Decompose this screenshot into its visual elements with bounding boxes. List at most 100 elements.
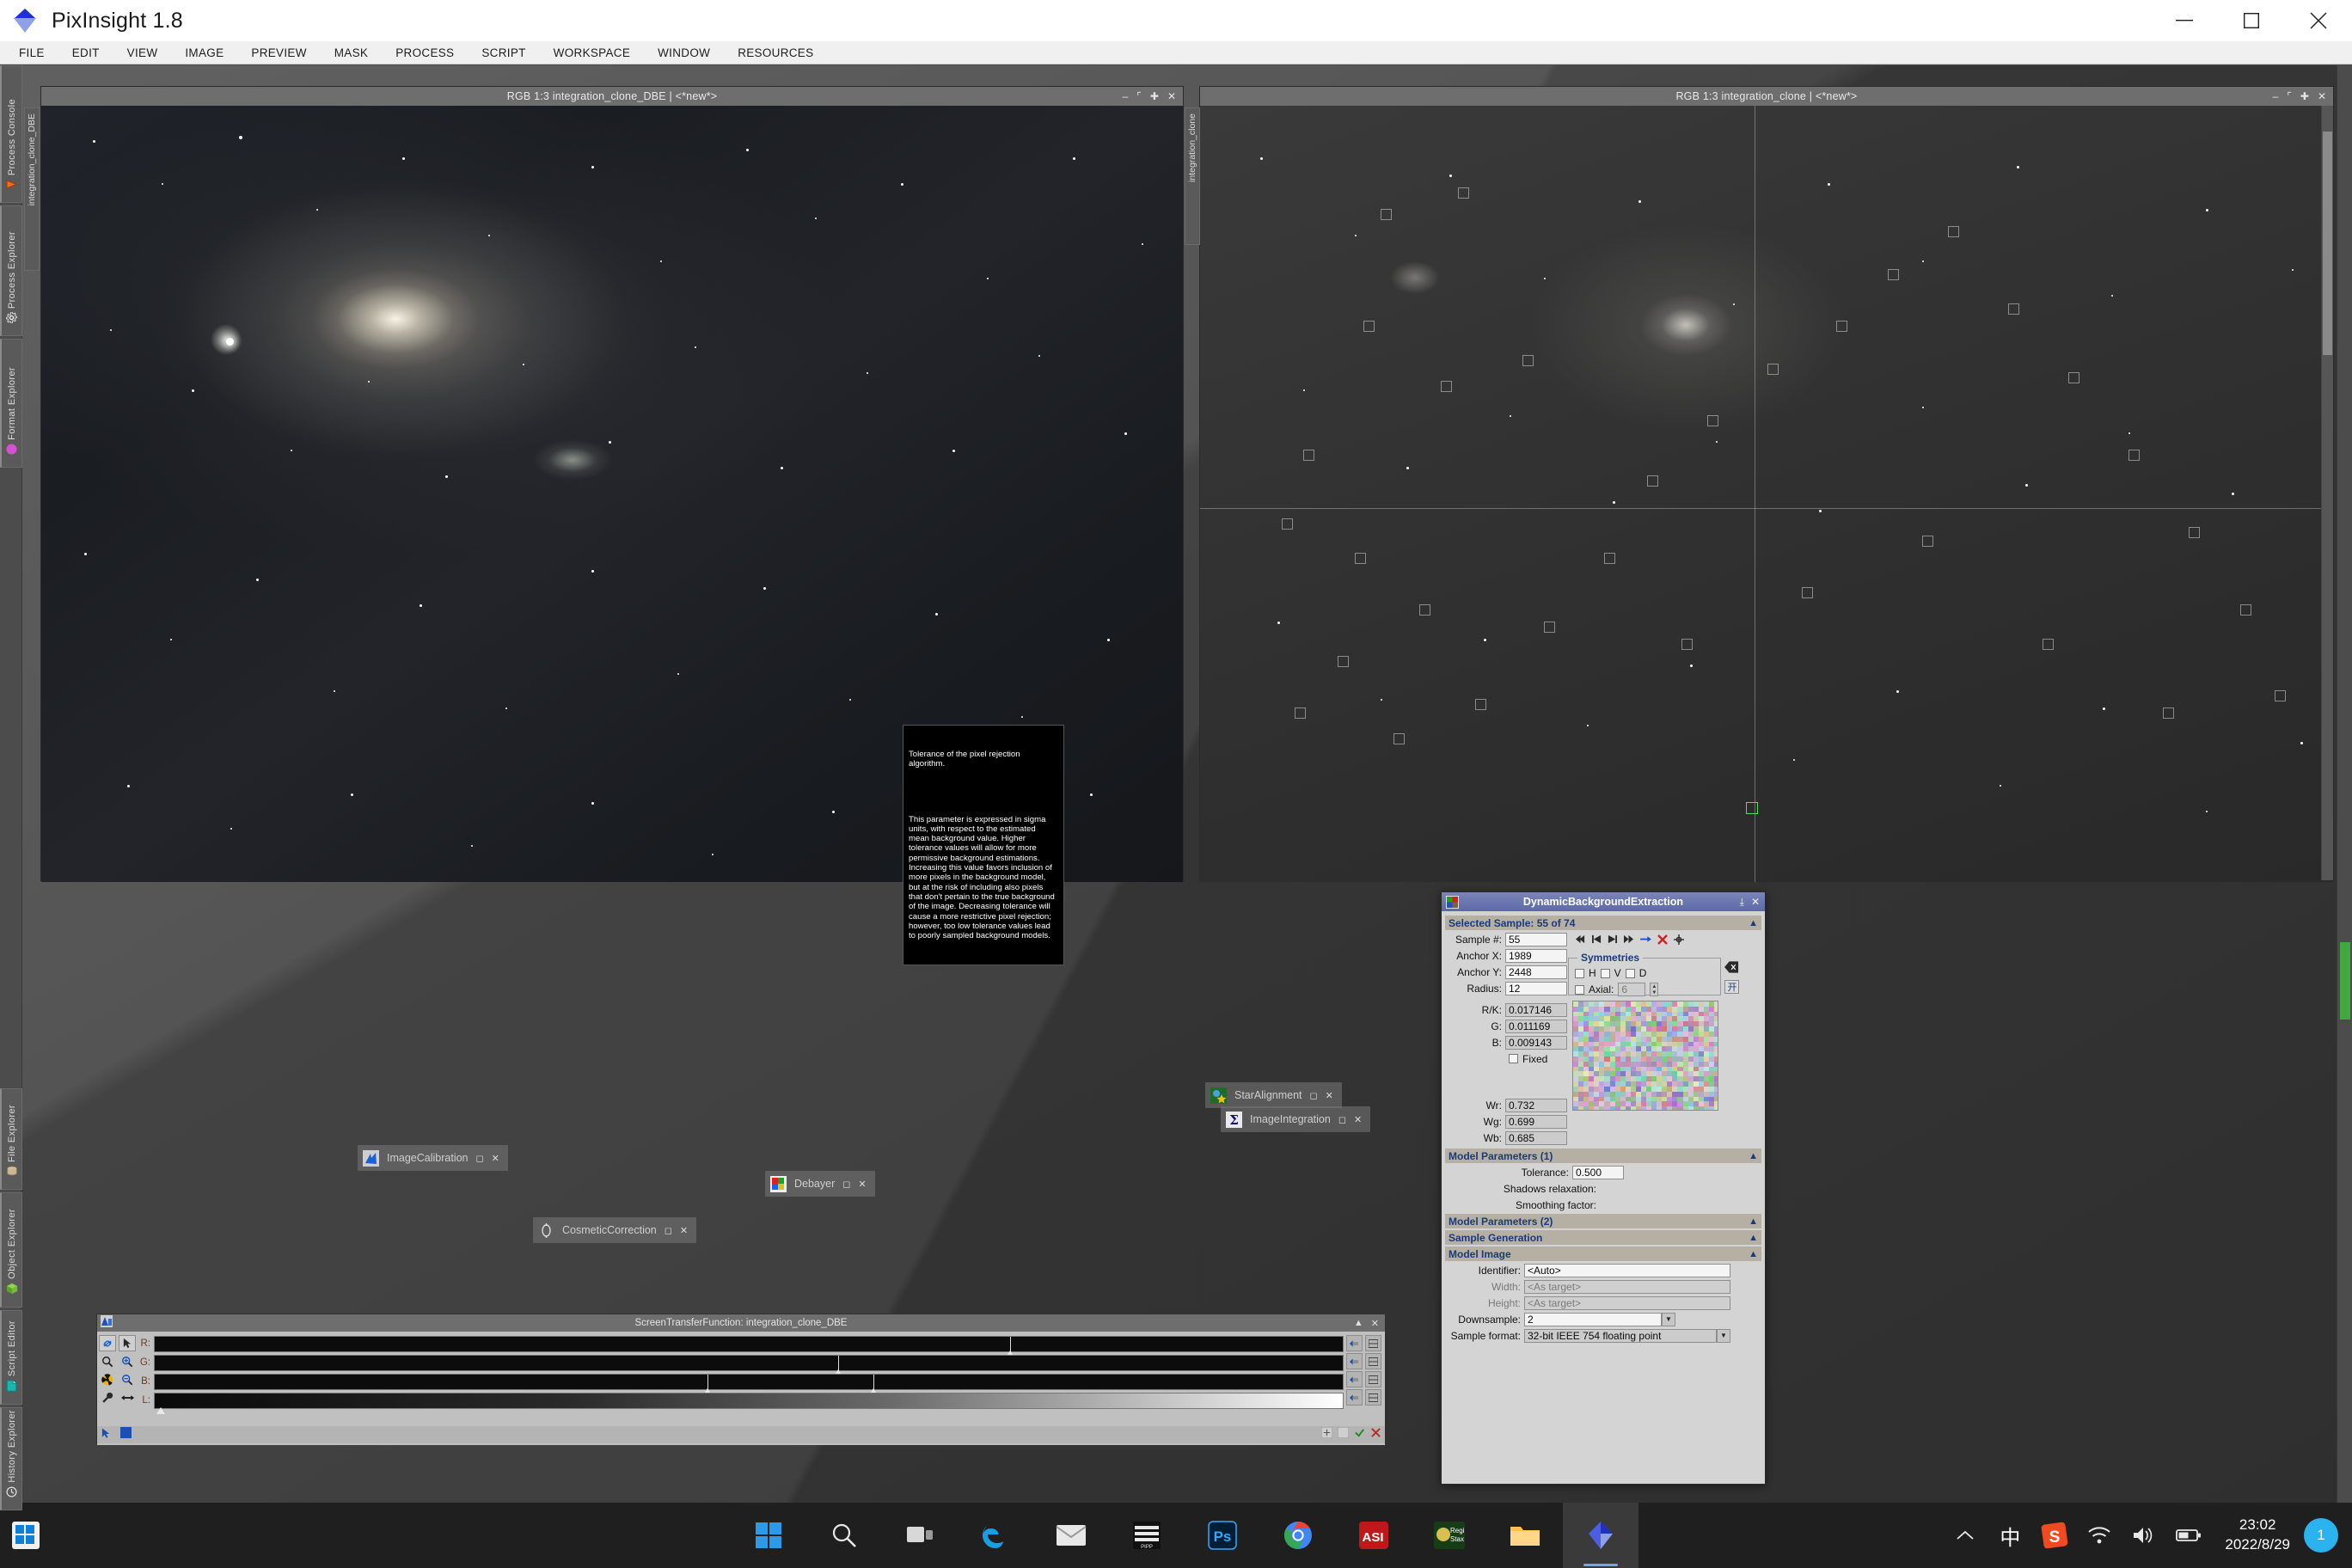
go-to-sample-icon[interactable] [1640,934,1651,944]
stf-reset-icon[interactable] [1321,1427,1332,1442]
stf-channel-r[interactable]: R: [135,1335,1344,1352]
taskbar-windows-icon[interactable] [731,1503,806,1568]
fixed-checkbox[interactable] [1509,1054,1518,1063]
close-icon[interactable]: ✕ [858,1179,866,1190]
menu-image[interactable]: IMAGE [176,41,232,64]
menu-workspace[interactable]: WORKSPACE [545,41,639,64]
minimize-icon[interactable]: – [1123,90,1129,102]
wifi-icon[interactable] [2077,1503,2122,1568]
stf-reset-g-icon[interactable] [1346,1353,1363,1369]
symmetry-axial-input[interactable]: 6 [1618,983,1645,996]
stf-slider-r[interactable] [154,1336,1344,1352]
collapse-arrow-icon[interactable]: ▲ [1749,918,1758,928]
radioactive-icon[interactable] [99,1371,116,1387]
downsample-input[interactable]: 2 [1524,1313,1662,1326]
close-icon[interactable] [2285,0,2352,41]
process-icon-cosmeticcorrection[interactable]: CosmeticCorrection ◻ ✕ [533,1217,696,1243]
restore-icon[interactable]: ◻ [1338,1114,1346,1125]
maximize-icon[interactable] [2218,0,2285,41]
menu-resources[interactable]: RESOURCES [729,41,822,64]
sidebar-tab-format-explorer[interactable]: Format Explorer [0,339,22,468]
dbe-section-model-parameters-2[interactable]: Model Parameters (2) ▲ [1445,1214,1761,1228]
zoom-icon[interactable] [99,1353,116,1369]
menu-preview[interactable]: PREVIEW [242,41,315,64]
menu-view[interactable]: VIEW [119,41,167,64]
first-sample-icon[interactable] [1575,934,1586,944]
stf-slider-g[interactable] [154,1355,1344,1371]
symmetry-v-checkbox[interactable] [1601,969,1610,978]
sample-number-input[interactable]: 55 [1505,933,1567,946]
zoom-out-icon[interactable] [119,1371,136,1387]
horizontal-arrows-icon[interactable] [119,1389,136,1406]
menu-edit[interactable]: EDIT [64,41,108,64]
process-icon-staralignment[interactable]: StarAlignment ◻ ✕ [1205,1082,1342,1108]
minimize-icon[interactable] [2151,0,2218,41]
zoom-in-icon[interactable] [119,1353,136,1369]
image-window-titlebar[interactable]: RGB 1:3 integration_clone_DBE | <*new*> … [41,87,1183,106]
roll-up-icon[interactable]: ⤓ [1740,896,1744,909]
volume-icon[interactable] [2122,1503,2166,1568]
link-rgb-icon[interactable] [99,1335,116,1351]
taskbar-chrome-icon[interactable] [1260,1503,1336,1568]
dynamic-background-extraction-dialog[interactable]: DynamicBackgroundExtraction ⤓ ✕ Selected… [1441,891,1766,1485]
ime-chinese-icon[interactable]: 中 [1988,1503,2032,1568]
restore-icon[interactable]: ◻ [1310,1090,1318,1101]
center-sample-icon[interactable] [1674,934,1684,945]
last-sample-icon[interactable] [1623,934,1634,944]
notification-badge[interactable]: 1 [2304,1518,2338,1553]
close-icon[interactable]: ✕ [680,1225,688,1236]
anchor-x-input[interactable]: 1989 [1505,949,1567,963]
collapse-arrow-icon[interactable]: ▲ [1749,1233,1758,1243]
menu-process[interactable]: PROCESS [387,41,462,64]
delete-sample-icon[interactable] [1657,934,1668,945]
image-window-side-tab[interactable]: integration_clone [1185,107,1200,245]
symmetry-h-checkbox[interactable] [1575,969,1584,978]
symmetry-axial-stepper[interactable]: ▲ ▼ [1650,983,1658,996]
stf-reset-r-icon[interactable] [1346,1335,1363,1351]
taskbar-clock[interactable]: 23:02 2022/8/29 [2211,1516,2304,1555]
maximize-icon[interactable]: ✚ [1150,90,1159,102]
clear-symmetries-icon[interactable] [1724,961,1739,976]
close-icon[interactable]: ✕ [492,1153,499,1164]
sidebar-tab-object-explorer[interactable]: Object Explorer [0,1192,22,1308]
restore-icon[interactable]: ⌜ [1136,90,1142,102]
image-window-side-tab[interactable]: integration_clone_DBE [24,107,40,271]
wrench-icon[interactable] [99,1389,116,1406]
process-icon-imageintegration[interactable]: Σ ImageIntegration ◻ ✕ [1221,1106,1370,1132]
image-window-clone[interactable]: integration_clone RGB 1:3 integration_cl… [1199,86,2334,881]
dbe-section-model-image[interactable]: Model Image ▲ [1445,1246,1761,1261]
stf-reset-b-icon[interactable] [1346,1371,1363,1387]
restore-icon[interactable]: ⌜ [2287,90,2292,102]
sidebar-tab-process-explorer[interactable]: Process Explorer [0,205,22,336]
close-icon[interactable]: ✕ [1326,1090,1333,1101]
previous-sample-icon[interactable] [1592,934,1602,944]
taskbar-search-icon[interactable] [806,1503,882,1568]
stf-channel-b[interactable]: B: [135,1373,1344,1390]
restore-icon[interactable]: ◻ [842,1179,850,1190]
stf-ok-icon[interactable] [1354,1427,1365,1442]
tolerance-input[interactable]: 0.500 [1572,1166,1624,1179]
dbe-titlebar[interactable]: DynamicBackgroundExtraction ⤓ ✕ [1442,892,1765,911]
process-icon-debayer[interactable]: Debayer ◻ ✕ [765,1171,875,1197]
restore-icon[interactable]: ◻ [476,1153,484,1164]
process-icon-imagecalibration[interactable]: ImageCalibration ◻ ✕ [358,1145,508,1171]
stf-apply-pointer-icon[interactable] [101,1427,113,1443]
dbe-section-model-parameters-1[interactable]: Model Parameters (1) ▲ [1445,1148,1761,1163]
radius-input[interactable]: 12 [1505,982,1567,995]
dbe-section-sample-generation[interactable]: Sample Generation ▲ [1445,1230,1761,1245]
taskbar-photoshop-icon[interactable]: Ps [1185,1503,1260,1568]
minimize-icon[interactable]: – [2273,90,2279,102]
chevron-down-icon[interactable]: ▼ [1662,1313,1675,1326]
pointer-icon[interactable] [119,1335,136,1351]
menu-script[interactable]: SCRIPT [473,41,534,64]
taskbar-mail-icon[interactable] [1033,1503,1109,1568]
image-window-titlebar[interactable]: RGB 1:3 integration_clone | <*new*> – ⌜ … [1200,87,2333,106]
sample-format-select[interactable]: 32-bit IEEE 754 floating point [1524,1329,1717,1343]
apply-symmetries-icon[interactable]: 开 [1724,980,1739,994]
menu-window[interactable]: WINDOW [649,41,719,64]
close-icon[interactable]: ✕ [1371,1318,1379,1329]
menu-file[interactable]: FILE [10,41,53,64]
next-sample-icon[interactable] [1608,934,1617,944]
sidebar-tab-file-explorer[interactable]: File Explorer [0,1088,22,1190]
restore-icon[interactable]: ◻ [665,1225,672,1236]
